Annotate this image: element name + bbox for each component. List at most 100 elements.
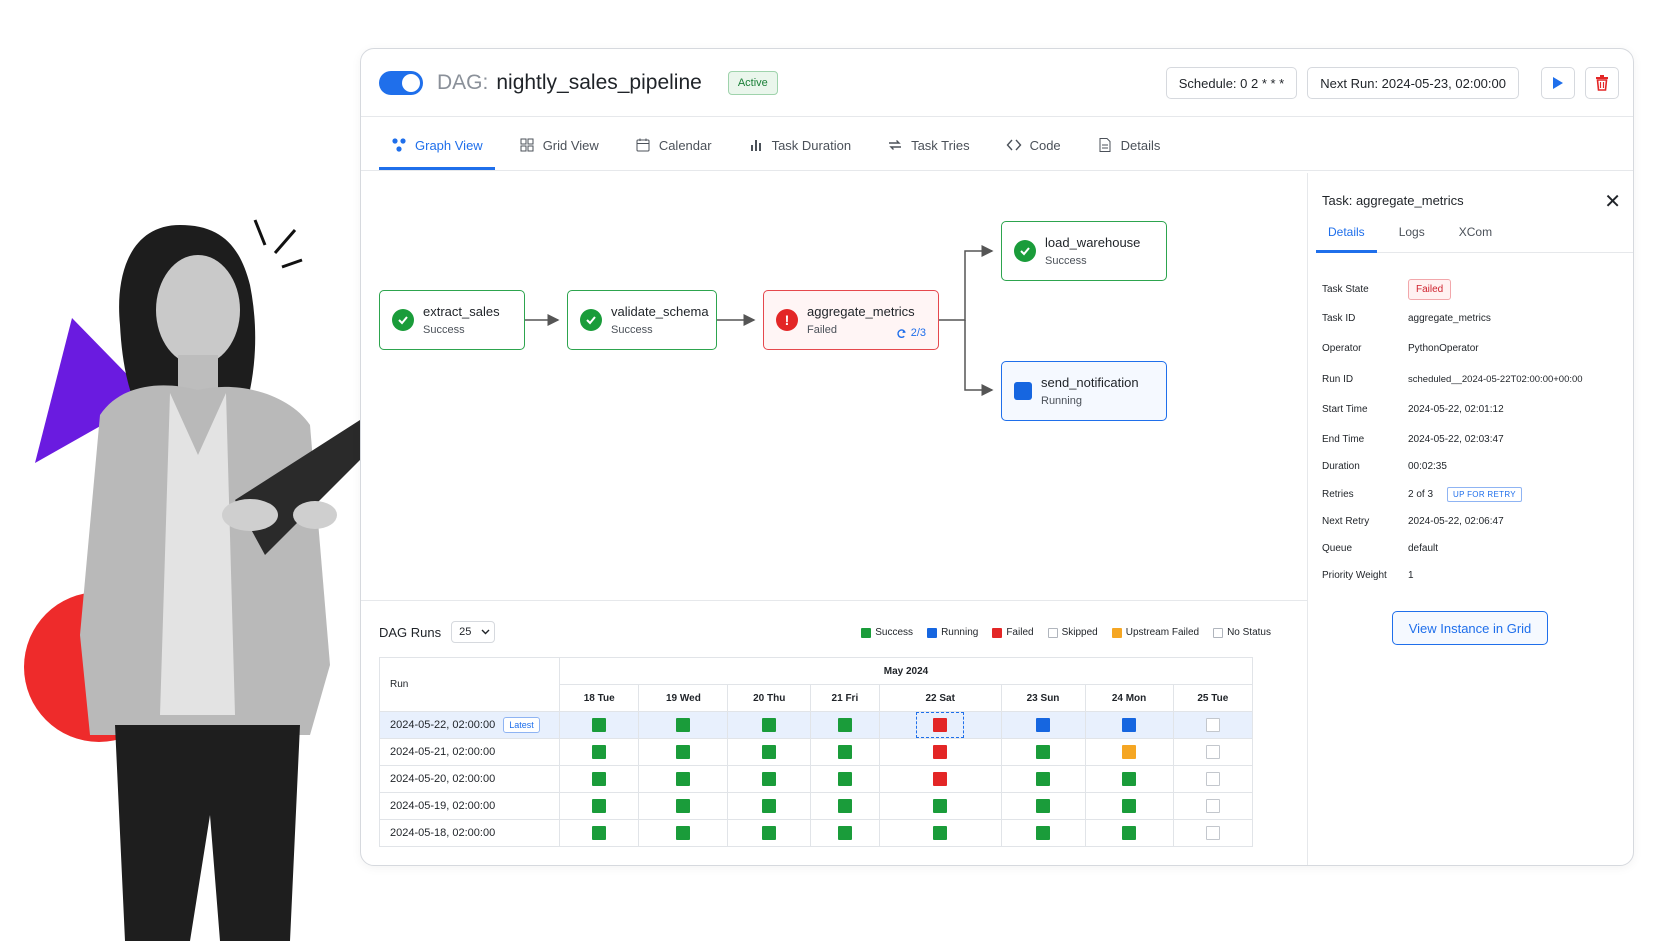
tab-task-duration[interactable]: Task Duration <box>736 137 863 170</box>
grid-icon <box>520 138 534 152</box>
status-square <box>1036 826 1051 840</box>
panel-tab-logs[interactable]: Logs <box>1387 225 1437 253</box>
task-node-extract-sales[interactable]: extract_sales Success <box>379 290 525 350</box>
status-square <box>837 718 852 732</box>
task-node-aggregate-metrics[interactable]: ! aggregate_metrics Failed 2/3 <box>763 290 939 350</box>
run-date: 2024-05-22, 02:00:00 Latest <box>379 711 560 739</box>
trigger-run-button[interactable] <box>1541 67 1575 99</box>
tab-grid-view[interactable]: Grid View <box>507 137 611 170</box>
grid-cell[interactable] <box>878 738 1002 766</box>
grid-cell[interactable] <box>1172 738 1254 766</box>
grid-cell[interactable] <box>1000 711 1086 739</box>
grid-cell[interactable] <box>558 711 640 739</box>
status-badge: Active <box>727 70 778 95</box>
status-square <box>762 799 777 813</box>
grid-cell[interactable] <box>727 711 811 739</box>
grid-cell[interactable] <box>1084 711 1174 739</box>
woman-with-tablet-illustration <box>80 219 380 941</box>
tab-graph-view[interactable]: Graph View <box>379 137 495 170</box>
grid-cell[interactable] <box>1000 792 1086 820</box>
task-status: Success <box>1045 255 1087 267</box>
task-state-badge: Failed <box>1408 279 1452 300</box>
field-queue: Queue default <box>1322 543 1439 554</box>
close-icon[interactable]: ✕ <box>1604 189 1621 214</box>
task-status: Success <box>611 324 653 336</box>
status-square <box>1205 745 1220 759</box>
delete-dag-button[interactable] <box>1585 67 1619 99</box>
task-node-load-warehouse[interactable]: load_warehouse Success <box>1001 221 1167 281</box>
dag-name: nightly_sales_pipeline <box>496 70 702 94</box>
grid-cell[interactable] <box>638 711 729 739</box>
grid-cell[interactable] <box>1000 819 1086 847</box>
tab-details[interactable]: Details <box>1085 137 1173 170</box>
grid-cell[interactable] <box>878 792 1002 820</box>
grid-cell[interactable] <box>727 738 811 766</box>
task-details-panel: Task: aggregate_metrics ✕ Details Logs X… <box>1307 173 1633 865</box>
task-status: Running <box>1041 395 1082 407</box>
grid-cell[interactable] <box>727 819 811 847</box>
grid-cell[interactable] <box>810 792 880 820</box>
table-row[interactable]: 2024-05-21, 02:00:00 <box>379 738 1254 766</box>
grid-cell[interactable] <box>810 738 880 766</box>
field-next-retry: Next Retry 2024-05-22, 02:06:47 <box>1322 516 1504 527</box>
status-square <box>1122 745 1137 759</box>
runs-count-select[interactable]: 25 <box>451 621 496 643</box>
grid-cell[interactable] <box>727 792 811 820</box>
grid-cell[interactable] <box>1172 819 1254 847</box>
play-icon <box>1553 77 1563 89</box>
grid-cell[interactable] <box>878 765 1002 793</box>
status-square <box>1205 772 1220 786</box>
panel-tab-xcom[interactable]: XCom <box>1447 225 1504 253</box>
day-header: 25 Tue <box>1172 684 1254 712</box>
tab-code[interactable]: Code <box>994 137 1073 170</box>
grid-cell[interactable] <box>638 819 729 847</box>
grid-cell[interactable] <box>1084 819 1174 847</box>
table-row[interactable]: 2024-05-19, 02:00:00 <box>379 792 1254 820</box>
grid-cell[interactable] <box>638 738 729 766</box>
grid-cell[interactable] <box>638 792 729 820</box>
grid-cell[interactable] <box>810 819 880 847</box>
task-name: send_notification <box>1041 375 1139 390</box>
grid-cell[interactable] <box>810 765 880 793</box>
table-row[interactable]: 2024-05-22, 02:00:00 Latest <box>379 711 1254 739</box>
status-square <box>933 799 948 813</box>
view-instance-in-grid-button[interactable]: View Instance in Grid <box>1392 611 1548 645</box>
grid-cell[interactable] <box>558 792 640 820</box>
dag-runs-grid: Run May 2024 18 Tue 19 Wed 20 Thu 21 Fri 22 … <box>379 657 1254 847</box>
day-header: 21 Fri <box>810 684 880 712</box>
table-row[interactable]: 2024-05-20, 02:00:00 <box>379 765 1254 793</box>
grid-cell[interactable] <box>878 711 1002 739</box>
grid-cell[interactable] <box>1084 765 1174 793</box>
field-task-state: Task State Failed <box>1322 279 1452 300</box>
trash-icon <box>1596 75 1608 91</box>
task-node-validate-schema[interactable]: validate_schema Success <box>567 290 717 350</box>
panel-title: Task: aggregate_metrics <box>1322 193 1464 208</box>
status-square <box>1205 799 1220 813</box>
field-priority-weight: Priority Weight 1 <box>1322 570 1414 581</box>
grid-cell[interactable] <box>1084 792 1174 820</box>
grid-cell[interactable] <box>1084 738 1174 766</box>
tab-label: Task Tries <box>911 137 970 153</box>
runs-count-value: 25 <box>459 626 472 638</box>
grid-cell[interactable] <box>558 738 640 766</box>
tab-calendar[interactable]: Calendar <box>623 137 724 170</box>
grid-cell[interactable] <box>1172 765 1254 793</box>
grid-cell[interactable] <box>558 765 640 793</box>
legend-running: Running <box>927 627 978 638</box>
grid-cell[interactable] <box>638 765 729 793</box>
panel-tab-details[interactable]: Details <box>1316 225 1377 253</box>
grid-cell[interactable] <box>878 819 1002 847</box>
grid-cell[interactable] <box>1172 792 1254 820</box>
grid-cell[interactable] <box>1172 711 1254 739</box>
task-node-send-notification[interactable]: send_notification Running <box>1001 361 1167 421</box>
table-row[interactable]: 2024-05-18, 02:00:00 <box>379 819 1254 847</box>
grid-cell[interactable] <box>810 711 880 739</box>
grid-cell[interactable] <box>558 819 640 847</box>
tab-task-tries[interactable]: Task Tries <box>875 137 982 170</box>
task-name: extract_sales <box>423 304 500 319</box>
grid-cell[interactable] <box>1000 765 1086 793</box>
grid-cell[interactable] <box>727 765 811 793</box>
status-square <box>676 718 691 732</box>
grid-cell[interactable] <box>1000 738 1086 766</box>
dag-active-toggle[interactable] <box>379 70 423 95</box>
